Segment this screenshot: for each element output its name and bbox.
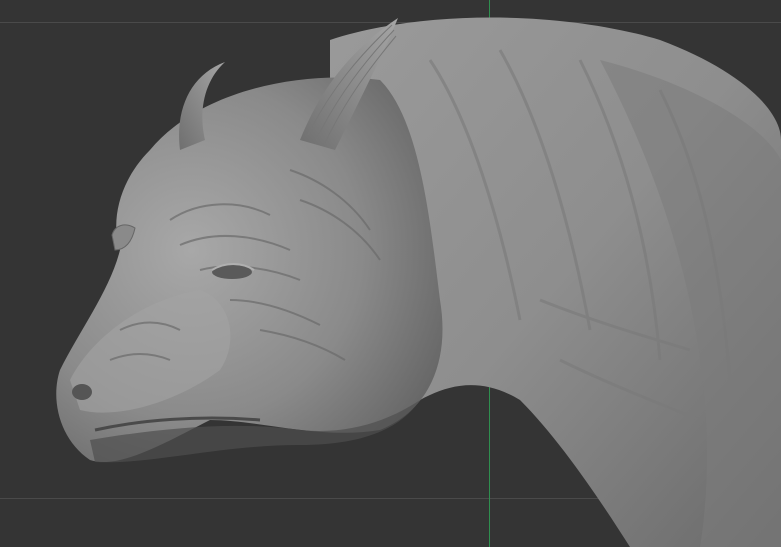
sculpt-model[interactable] [0, 0, 781, 547]
3d-viewport[interactable] [0, 0, 781, 547]
nostril [72, 384, 92, 400]
